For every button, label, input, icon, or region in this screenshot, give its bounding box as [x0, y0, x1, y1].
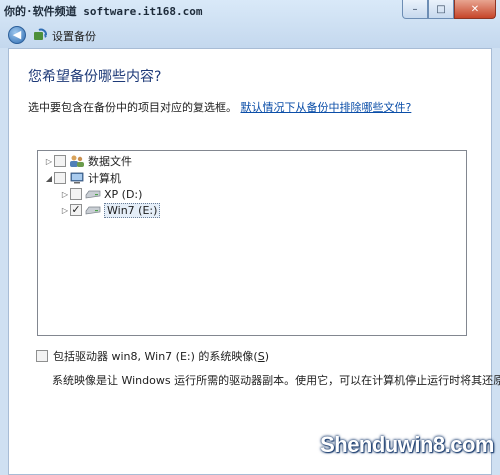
expand-icon[interactable]: ▷: [60, 206, 70, 215]
system-image-label-end: ): [264, 349, 269, 363]
users-icon: [70, 155, 84, 167]
backup-tree[interactable]: ▷ 数据文件 ◢ 计算机 ▷ XP (D:) ▷ ✓ Win7 (E:): [37, 150, 467, 336]
close-button[interactable]: ✕: [454, 0, 496, 19]
tree-item-label: Win7 (E:): [104, 202, 161, 218]
drive-icon: [85, 206, 101, 215]
watermark-bottom: Shenduwin8.com: [320, 432, 494, 457]
computer-icon: [70, 172, 84, 184]
collapse-icon[interactable]: ◢: [44, 174, 54, 183]
tree-item-xp-drive[interactable]: ▷ XP (D:): [60, 186, 143, 202]
data-files-checkbox[interactable]: [54, 155, 66, 167]
tree-item-label: 数据文件: [88, 155, 132, 168]
back-arrow-icon[interactable]: ◀: [8, 26, 26, 44]
excluded-files-link[interactable]: 默认情况下从备份中排除哪些文件?: [241, 101, 412, 114]
instruction-text: 选中要包含在备份中的项目对应的复选框。 默认情况下从备份中排除哪些文件?: [28, 99, 411, 115]
expand-icon[interactable]: ▷: [60, 190, 70, 199]
tree-item-label: XP (D:): [104, 187, 143, 201]
system-image-description: 系统映像是让 Windows 运行所需的驱动器副本。使用它，可以在计算机停止运行…: [52, 374, 500, 387]
xp-drive-checkbox[interactable]: [70, 188, 82, 200]
instruction-label: 选中要包含在备份中的项目对应的复选框。: [28, 101, 237, 114]
window-controls: – □ ✕: [402, 0, 496, 20]
system-image-option[interactable]: 包括驱动器 win8, Win7 (E:) 的系统映像(S): [36, 348, 269, 364]
drive-icon: [85, 190, 101, 199]
computer-checkbox[interactable]: [54, 172, 66, 184]
watermark-top: 你的·软件频道 software.it168.com: [4, 5, 203, 18]
win7-drive-checkbox[interactable]: ✓: [70, 204, 82, 216]
maximize-button[interactable]: □: [428, 0, 454, 19]
system-image-label: 包括驱动器 win8, Win7 (E:) 的系统映像(: [53, 350, 258, 363]
tree-item-computer[interactable]: ◢ 计算机: [44, 170, 121, 186]
tree-item-win7-drive[interactable]: ▷ ✓ Win7 (E:): [60, 202, 161, 218]
page-heading: 您希望备份哪些内容?: [28, 69, 162, 85]
system-image-shortcut: S: [257, 349, 265, 363]
backup-icon: [34, 28, 47, 40]
tree-item-data-files[interactable]: ▷ 数据文件: [44, 153, 132, 169]
minimize-button[interactable]: –: [402, 0, 428, 19]
system-image-checkbox[interactable]: [36, 350, 48, 362]
tree-item-label: 计算机: [88, 172, 121, 185]
expand-icon[interactable]: ▷: [44, 157, 54, 166]
window-title: 设置备份: [52, 30, 96, 43]
